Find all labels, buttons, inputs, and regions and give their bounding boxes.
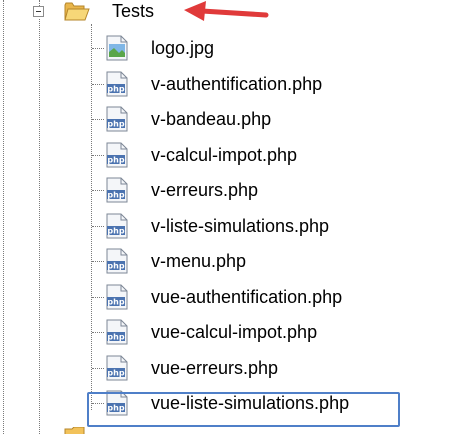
php-file-icon: php: [106, 319, 128, 345]
tree-branch-line: [92, 226, 104, 227]
tree-branch-line: [92, 119, 104, 120]
tree-branch-line: [92, 155, 104, 156]
file-name-label: v-calcul-impot.php: [151, 145, 298, 165]
tree-branch-line: [92, 368, 104, 369]
annotation-arrow-icon: [184, 1, 269, 21]
tree-branch-line: [92, 332, 104, 333]
php-icon-text: php: [107, 120, 124, 129]
php-file-icon: php: [106, 177, 128, 203]
file-name-label: vue-authentification.php: [151, 287, 343, 307]
php-icon-text: php: [107, 369, 124, 378]
php-file-icon: php: [106, 106, 128, 132]
tree-branch-line: [92, 190, 104, 191]
php-file-icon: php: [106, 248, 128, 274]
php-icon-text: php: [107, 333, 124, 342]
file-name-label: v-bandeau.php: [151, 109, 272, 129]
file-row[interactable]: php vue-erreurs.php: [0, 351, 459, 386]
folder-label: Tests: [112, 1, 155, 21]
file-row[interactable]: php vue-calcul-impot.php: [0, 315, 459, 350]
file-name-label: v-menu.php: [151, 251, 247, 271]
tree-branch-line: [92, 261, 104, 262]
php-file-icon: php: [106, 213, 128, 239]
php-icon-text: php: [107, 85, 124, 94]
file-name-label: v-liste-simulations.php: [151, 216, 330, 236]
php-file-icon: php: [106, 71, 128, 97]
image-file-icon: [106, 35, 128, 61]
file-row[interactable]: logo.jpg: [0, 31, 459, 66]
file-row[interactable]: php v-liste-simulations.php: [0, 209, 459, 244]
tree-branch-line: [92, 84, 104, 85]
file-name-label: vue-calcul-impot.php: [151, 322, 318, 342]
php-icon-text: php: [107, 227, 124, 236]
file-row[interactable]: php v-calcul-impot.php: [0, 138, 459, 173]
file-name-label: v-authentification.php: [151, 74, 323, 94]
folder-icon: [64, 427, 85, 434]
php-icon-text: php: [107, 298, 124, 307]
file-row[interactable]: php v-bandeau.php: [0, 102, 459, 137]
php-file-icon: php: [106, 284, 128, 310]
file-name-label: logo.jpg: [151, 38, 215, 58]
file-row[interactable]: php v-erreurs.php: [0, 173, 459, 208]
file-row[interactable]: php v-authentification.php: [0, 67, 459, 102]
tree-branch-line: [92, 297, 104, 298]
php-file-icon: php: [106, 355, 128, 381]
file-name-label: v-erreurs.php: [151, 180, 259, 200]
php-file-icon: php: [106, 142, 128, 168]
file-row[interactable]: php v-menu.php: [0, 244, 459, 279]
selected-item-highlight: [87, 392, 400, 427]
file-row[interactable]: php vue-authentification.php: [0, 280, 459, 315]
file-name-label: vue-erreurs.php: [151, 358, 279, 378]
php-icon-text: php: [107, 191, 124, 200]
collapse-toggle-icon[interactable]: [33, 6, 44, 17]
folder-open-icon: [64, 2, 90, 21]
file-tree: Tests logo.jpg php v-authentification.php p…: [0, 0, 459, 434]
php-icon-text: php: [107, 262, 124, 271]
tree-branch-line: [92, 48, 104, 49]
php-icon-text: php: [107, 156, 124, 165]
